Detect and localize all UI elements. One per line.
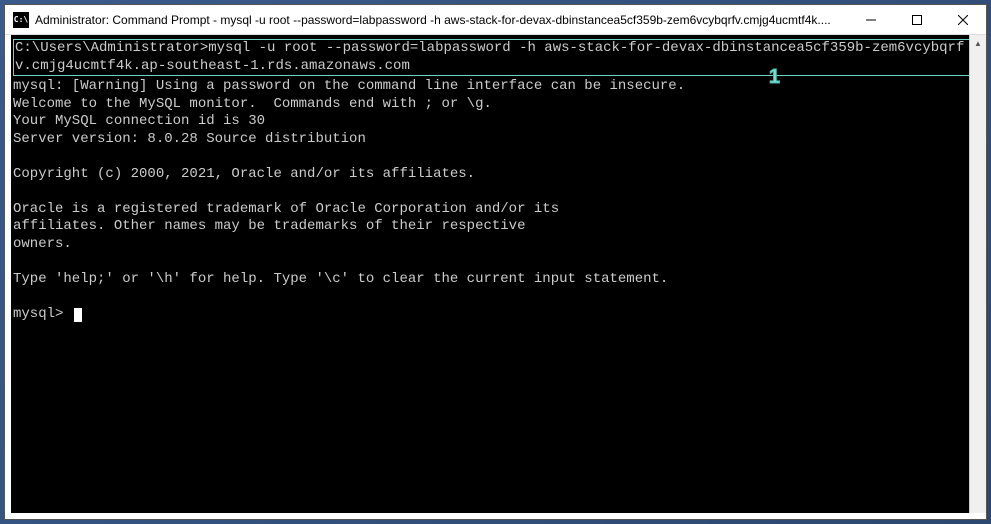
output-line: Oracle is a registered trademark of Orac… xyxy=(13,201,559,217)
scroll-up-arrow-icon[interactable]: ▲ xyxy=(970,35,986,52)
output-line: owners. xyxy=(13,236,72,252)
cursor xyxy=(74,308,82,322)
output-line: Copyright (c) 2000, 2021, Oracle and/or … xyxy=(13,166,475,182)
maximize-icon xyxy=(912,15,922,25)
output-line: Your MySQL connection id is 30 xyxy=(13,113,265,129)
annotation-1: 1 xyxy=(769,65,780,90)
command-line-highlight: C:\Users\Administrator>mysql -u root --p… xyxy=(13,39,978,76)
cmd-icon: C:\ xyxy=(13,12,29,28)
close-icon xyxy=(958,15,968,25)
mysql-prompt: mysql> xyxy=(13,306,72,322)
vertical-scrollbar[interactable]: ▲ xyxy=(969,35,986,513)
minimize-button[interactable] xyxy=(848,5,894,34)
maximize-button[interactable] xyxy=(894,5,940,34)
window-controls xyxy=(848,5,986,34)
output-line: Type 'help;' or '\h' for help. Type '\c'… xyxy=(13,271,668,287)
prompt-path: C:\Users\Administrator> xyxy=(15,40,208,56)
window-title: Administrator: Command Prompt - mysql -u… xyxy=(35,13,848,27)
command-prompt-window: C:\ Administrator: Command Prompt - mysq… xyxy=(4,4,987,520)
titlebar[interactable]: C:\ Administrator: Command Prompt - mysq… xyxy=(5,5,986,35)
output-line: Welcome to the MySQL monitor. Commands e… xyxy=(13,96,492,112)
close-button[interactable] xyxy=(940,5,986,34)
output-line: affiliates. Other names may be trademark… xyxy=(13,218,525,234)
output-line: mysql: [Warning] Using a password on the… xyxy=(13,78,685,94)
output-line: Server version: 8.0.28 Source distributi… xyxy=(13,131,366,147)
terminal-area[interactable]: C:\Users\Administrator>mysql -u root --p… xyxy=(11,35,980,513)
minimize-icon xyxy=(866,15,876,25)
